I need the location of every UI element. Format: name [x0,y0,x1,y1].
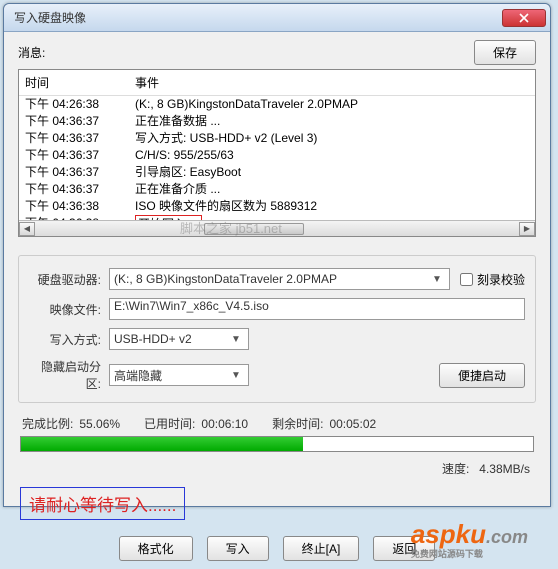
log-event: C/H/S: 955/255/63 [135,147,529,164]
quick-boot-button[interactable]: 便捷启动 [439,363,525,388]
col-time: 时间 [25,74,135,91]
elapsed-value: 00:06:10 [201,417,248,431]
method-value: USB-HDD+ v2 [114,332,228,346]
speed-label: 速度: [442,462,469,476]
info-label: 消息: [18,44,474,61]
format-button[interactable]: 格式化 [119,536,193,561]
save-button[interactable]: 保存 [474,40,536,65]
image-label: 映像文件: [29,301,109,318]
settings-group: 硬盘驱动器: (K:, 8 GB)KingstonDataTraveler 2.… [18,255,536,403]
speed-row: 速度: 4.38MB/s [18,456,536,481]
remain-value: 00:05:02 [329,417,376,431]
log-row[interactable]: 下午 04:36:37正在准备介质 ... [25,181,529,198]
log-time: 下午 04:36:37 [25,181,135,198]
col-event: 事件 [135,74,159,91]
logo-sub: 免费网站源码下载 [411,550,528,559]
remain-label: 剩余时间: [272,415,323,432]
log-event: 正在准备数据 ... [135,113,529,130]
done-value: 55.06% [79,417,120,431]
verify-label: 刻录校验 [477,271,525,288]
drive-combo[interactable]: (K:, 8 GB)KingstonDataTraveler 2.0PMAP ▼ [109,268,450,290]
status-row: 完成比例: 55.06% 已用时间: 00:06:10 剩余时间: 00:05:… [18,415,536,432]
log-time: 下午 04:36:37 [25,147,135,164]
log-time: 下午 04:36:38 [25,198,135,215]
write-button[interactable]: 写入 [207,536,269,561]
log-row[interactable]: 下午 04:36:37引导扇区: EasyBoot [25,164,529,181]
window-title: 写入硬盘映像 [8,9,502,26]
log-event: ISO 映像文件的扇区数为 5889312 [135,198,529,215]
button-row: 格式化 写入 终止[A] 返回 aspku.com 免费网站源码下载 [18,536,536,561]
content-area: 消息: 保存 时间 事件 下午 04:26:38(K:, 8 GB)Kingst… [4,32,550,569]
log-body: 下午 04:26:38(K:, 8 GB)KingstonDataTravele… [19,96,535,220]
log-row[interactable]: 下午 04:36:38ISO 映像文件的扇区数为 5889312 [25,198,529,215]
chevron-down-icon[interactable]: ▼ [228,334,244,345]
log-event: 引导扇区: EasyBoot [135,164,529,181]
elapsed-label: 已用时间: [144,415,195,432]
verify-check-input[interactable] [460,273,473,286]
chevron-down-icon[interactable]: ▼ [228,370,244,381]
scroll-track[interactable] [35,222,519,236]
done-label: 完成比例: [22,415,73,432]
abort-button[interactable]: 终止[A] [283,536,360,561]
speed-value: 4.38MB/s [479,462,530,476]
brand-logo: aspku.com 免费网站源码下载 [411,519,528,559]
log-time: 下午 04:36:37 [25,164,135,181]
scroll-right-arrow-icon[interactable]: ▶ [519,222,535,236]
drive-value: (K:, 8 GB)KingstonDataTraveler 2.0PMAP [114,272,429,286]
verify-checkbox[interactable]: 刻录校验 [460,271,525,288]
log-event: 正在准备介质 ... [135,181,529,198]
log-row[interactable]: 下午 04:36:37写入方式: USB-HDD+ v2 (Level 3) [25,130,529,147]
close-button[interactable] [502,9,546,27]
image-path-field[interactable]: E:\Win7\Win7_x86c_V4.5.iso [109,298,525,320]
chevron-down-icon[interactable]: ▼ [429,274,445,285]
drive-label: 硬盘驱动器: [29,271,109,288]
log-time: 下午 04:26:38 [25,96,135,113]
close-icon [519,13,529,23]
hidden-combo[interactable]: 高端隐藏 ▼ [109,364,249,386]
log-time: 下午 04:36:37 [25,113,135,130]
scroll-left-arrow-icon[interactable]: ◀ [19,222,35,236]
log-row[interactable]: 下午 04:36:37正在准备数据 ... [25,113,529,130]
horizontal-scrollbar[interactable]: ◀ ▶ [19,220,535,236]
log-header: 时间 事件 [19,70,535,96]
dialog-window: 写入硬盘映像 消息: 保存 时间 事件 下午 04:26:38(K:, 8 GB… [3,3,551,507]
wait-message: 请耐心等待写入...... [20,487,185,520]
log-time: 下午 04:36:37 [25,130,135,147]
hidden-label: 隐藏启动分区: [29,358,109,392]
logo-text: aspku [411,519,486,549]
titlebar[interactable]: 写入硬盘映像 [4,4,550,32]
log-listbox[interactable]: 时间 事件 下午 04:26:38(K:, 8 GB)KingstonDataT… [18,69,536,237]
log-event: (K:, 8 GB)KingstonDataTraveler 2.0PMAP [135,96,529,113]
progress-fill [21,437,303,451]
log-event: 写入方式: USB-HDD+ v2 (Level 3) [135,130,529,147]
hidden-value: 高端隐藏 [114,367,228,384]
scroll-thumb[interactable] [204,223,304,235]
log-row[interactable]: 下午 04:36:37C/H/S: 955/255/63 [25,147,529,164]
method-label: 写入方式: [29,331,109,348]
log-row[interactable]: 下午 04:26:38(K:, 8 GB)KingstonDataTravele… [25,96,529,113]
method-combo[interactable]: USB-HDD+ v2 ▼ [109,328,249,350]
progress-bar [20,436,534,452]
